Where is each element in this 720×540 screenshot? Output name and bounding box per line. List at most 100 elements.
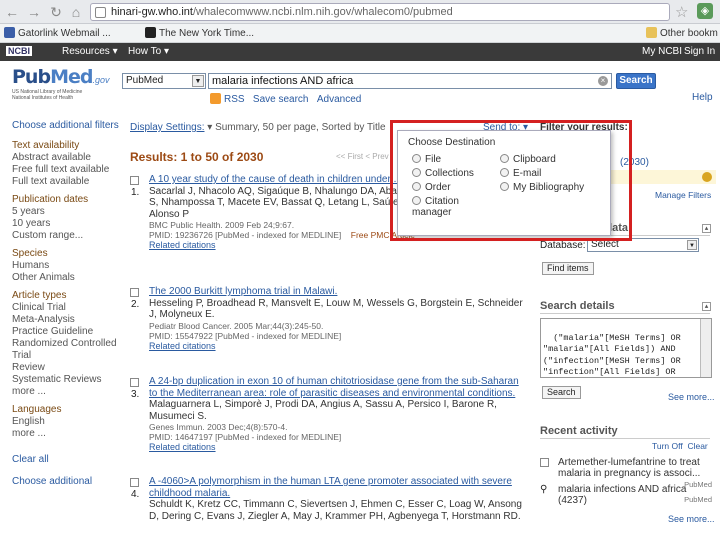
clear-all-link[interactable]: Clear all [12, 454, 120, 466]
ncbi-bar: NCBI Resources ▾ How To ▾ My NCBI Sign I… [0, 43, 720, 61]
database-select[interactable]: PubMed ▼ [122, 73, 206, 89]
search-details-textarea[interactable]: ("malaria"[MeSH Terms] OR "malaria"[All … [540, 318, 712, 378]
reload-icon[interactable]: ↻ [48, 4, 64, 20]
filter-option[interactable]: English [12, 416, 120, 428]
recent-item-db: PubMed [684, 495, 712, 504]
bookmark-label: The New York Time... [159, 28, 255, 39]
resources-label: Resources [62, 46, 110, 57]
clear-link[interactable]: Clear [687, 441, 707, 451]
collapse-icon[interactable]: ▴ [702, 224, 711, 233]
collapse-icon[interactable]: ▴ [702, 302, 711, 311]
filter-option[interactable]: Humans [12, 260, 120, 272]
help-link[interactable]: Help [692, 92, 713, 103]
bookmark-label: Gatorlink Webmail ... [18, 28, 111, 39]
result-title-link[interactable]: The 2000 Burkitt lymphoma trial in Malaw… [149, 286, 529, 298]
filter-option[interactable]: Custom range... [12, 230, 120, 242]
logo-subtitle: US National Library of Medicine National… [12, 89, 122, 101]
filter-option[interactable]: Clinical Trial [12, 302, 120, 314]
turn-off-link[interactable]: Turn Off [652, 441, 683, 451]
result-number: 4. [131, 489, 140, 500]
bookmark-gatorlink[interactable]: Gatorlink Webmail ... [4, 27, 111, 39]
home-icon[interactable]: ⌂ [68, 4, 84, 20]
back-icon[interactable]: ← [4, 4, 20, 20]
bookmark-nytimes[interactable]: The New York Time... [145, 27, 254, 39]
filter-option[interactable]: Review [12, 362, 120, 374]
filter-sidebar: Choose additional filters Text availabil… [12, 120, 120, 488]
related-citations-link[interactable]: Related citations [149, 240, 529, 250]
filter-option[interactable]: Practice Guideline [12, 326, 120, 338]
filter-option[interactable]: Free full text available [12, 164, 120, 176]
filter-option[interactable]: more ... [12, 428, 120, 440]
filter-option[interactable]: Systematic Reviews [12, 374, 120, 386]
resources-menu[interactable]: Resources ▾ [62, 46, 118, 57]
folder-icon [646, 27, 657, 38]
bookmark-star-icon[interactable]: ☆ [675, 3, 688, 21]
result-authors: Hesseling P, Broadhead R, Mansvelt E, Lo… [149, 297, 523, 321]
ncbi-logo[interactable]: NCBI [6, 46, 34, 57]
advanced-link[interactable]: Advanced [317, 94, 361, 105]
extension-icon[interactable]: ◈ [697, 3, 713, 19]
filter-option[interactable]: Full text available [12, 176, 120, 188]
url-path: /whalecomwww.ncbi.nlm.nih.gov/whalecom0/… [192, 6, 453, 18]
other-bookmarks[interactable]: Other bookm [646, 27, 718, 39]
pager[interactable]: << First < Prev [336, 152, 389, 161]
details-search-button[interactable]: Search [542, 386, 581, 399]
result-number: 3. [131, 389, 140, 400]
recent-item[interactable]: ⚲ malaria infections AND africa (4237) P… [540, 484, 716, 506]
filter-option[interactable]: more ... [12, 386, 120, 398]
result-checkbox[interactable] [130, 176, 139, 185]
divider [540, 313, 710, 314]
results-title: Results: 1 to 50 of 2030 [130, 150, 264, 164]
logo-med: Med [50, 66, 93, 88]
result-item: 4. A -4060>A polymorphism in the human L… [130, 476, 530, 540]
result-checkbox[interactable] [130, 378, 139, 387]
result-authors: Schuldt K, Kretz CC, Timmann C, Sieverts… [149, 499, 522, 522]
rss-icon[interactable] [210, 93, 221, 104]
pubmed-logo[interactable]: PubMed.gov US National Library of Medici… [12, 66, 122, 104]
chevron-down-icon[interactable]: ▾ [207, 122, 212, 133]
save-search-link[interactable]: Save search [253, 94, 309, 105]
filter-option[interactable]: Abstract available [12, 152, 120, 164]
address-bar[interactable]: hinari-gw.who.int/whalecomwww.ncbi.nlm.n… [90, 3, 670, 21]
see-more-link[interactable]: See more... [668, 514, 715, 524]
sign-in-link[interactable]: Sign In [684, 46, 715, 57]
logo-subtitle-line: National Institutes of Health [12, 95, 74, 101]
logo-gov: .gov [92, 75, 110, 85]
search-button[interactable]: Search [616, 73, 656, 89]
filter-option[interactable]: 10 years [12, 218, 120, 230]
filter-option[interactable]: Randomized Controlled Trial [12, 338, 120, 362]
see-more-link[interactable]: See more... [668, 392, 715, 402]
related-citations-link[interactable]: Related citations [149, 442, 529, 452]
filter-option[interactable]: Other Animals [12, 272, 120, 284]
forward-icon[interactable]: → [26, 4, 42, 20]
filter-option[interactable]: Meta-Analysis [12, 314, 120, 326]
chevron-down-icon: ▼ [687, 240, 697, 250]
result-title-link[interactable]: A 24-bp duplication in exon 10 of human … [149, 376, 529, 399]
result-title-link[interactable]: A -4060>A polymorphism in the human LTA … [149, 476, 529, 499]
recent-activity-title: Recent activity [540, 425, 618, 437]
display-summary: Summary, 50 per page, Sorted by Title [215, 122, 386, 133]
group-species: Species [12, 248, 48, 259]
choose-additional-link[interactable]: Choose additional [12, 476, 120, 488]
recent-item[interactable]: Artemether-lumefantrine to treat malaria… [540, 457, 716, 489]
divider [540, 438, 710, 439]
related-citations-link[interactable]: Related citations [149, 341, 529, 351]
manage-filters-link[interactable]: Manage Filters [655, 190, 711, 200]
clear-icon[interactable]: × [598, 76, 608, 86]
result-checkbox[interactable] [130, 478, 139, 487]
filter-option[interactable]: 5 years [12, 206, 120, 218]
gear-icon[interactable] [702, 172, 712, 182]
ncbi-logo-text: NCBI [6, 46, 32, 56]
rss-link[interactable]: RSS [224, 94, 245, 105]
result-pmid: PMID: 15547922 [PubMed - indexed for MED… [149, 330, 342, 341]
chevron-down-icon: ▼ [192, 75, 204, 87]
search-input[interactable]: malaria infections AND africa × [208, 73, 612, 89]
howto-menu[interactable]: How To ▾ [128, 46, 169, 57]
chevron-down-icon: ▾ [163, 46, 169, 57]
scrollbar[interactable] [700, 319, 711, 377]
my-ncbi-link[interactable]: My NCBI [642, 46, 682, 57]
find-items-button[interactable]: Find items [542, 262, 594, 275]
display-settings-link[interactable]: Display Settings: [130, 122, 204, 133]
result-checkbox[interactable] [130, 288, 139, 297]
choose-filters-link[interactable]: Choose additional filters [12, 120, 120, 132]
